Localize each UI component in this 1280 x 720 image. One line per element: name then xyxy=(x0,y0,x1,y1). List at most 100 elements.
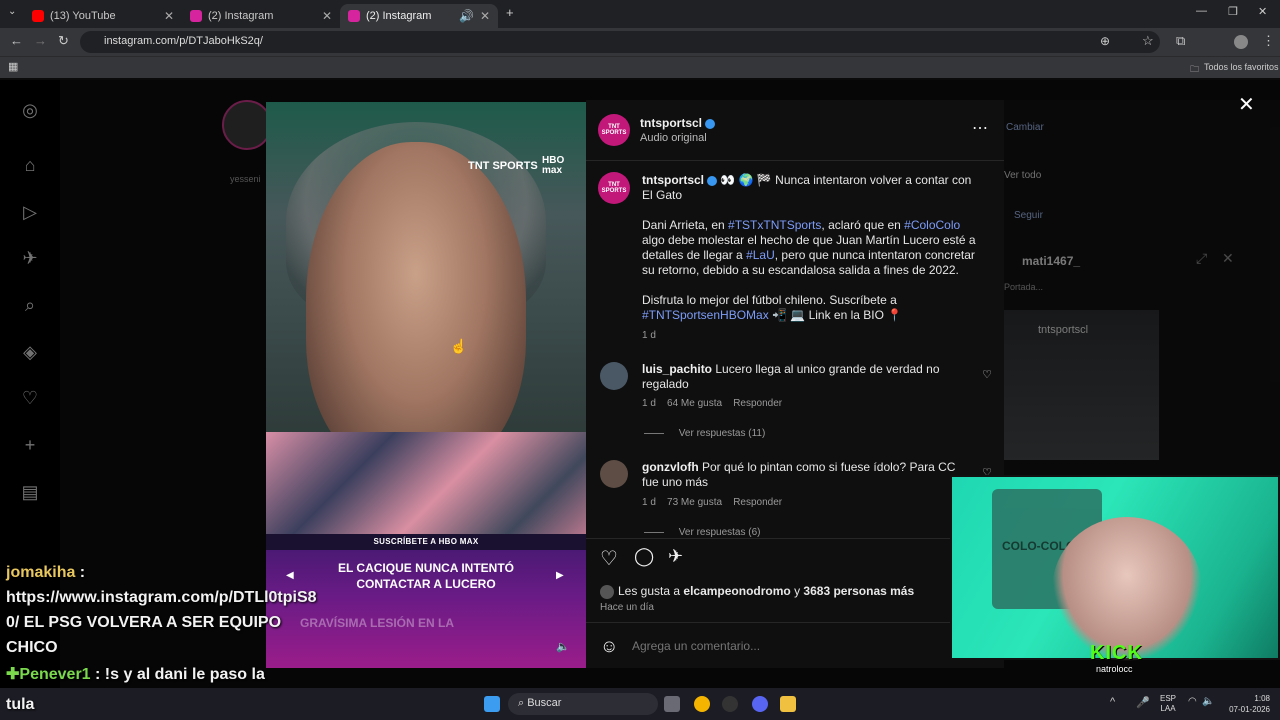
url-input[interactable]: instagram.com/p/DTJaboHkS2q/ xyxy=(80,31,1160,53)
comment-username[interactable]: gonzvlofh xyxy=(642,460,699,474)
chat-text: : !s y al dani le paso la xyxy=(90,666,265,683)
menu-icon[interactable]: ⋮ xyxy=(1262,33,1275,49)
window-close-icon[interactable]: ✕ xyxy=(1258,5,1267,18)
tab-label: (13) YouTube xyxy=(50,10,116,22)
reload-icon[interactable]: ↻ xyxy=(58,33,69,49)
zoom-icon[interactable]: ⊕ xyxy=(1100,34,1110,48)
lang-layout: LAA xyxy=(1160,704,1176,713)
file-explorer-icon[interactable] xyxy=(780,696,796,712)
app-icon[interactable] xyxy=(722,696,738,712)
address-bar-row: ← → ↻ instagram.com/p/DTJaboHkS2q/ ⊕ ☆ ⧉… xyxy=(0,28,1280,56)
comment-body: luis_pachito Lucero llega al unico grand… xyxy=(642,362,962,392)
reply-button[interactable]: Responder xyxy=(733,497,782,508)
extensions-icon[interactable]: ⧉ xyxy=(1176,33,1185,49)
view-replies-label: Ver respuestas (6) xyxy=(678,527,761,538)
bookmarks-bar: ▦ 🗀 Todos los favoritos xyxy=(0,56,1280,78)
chat-separator: : xyxy=(75,564,86,581)
subscribe-strip: SUSCRÍBETE A HBO MAX xyxy=(266,534,586,550)
post-video[interactable]: TNT SPORTS HBO max ☝ SUSCRÍBETE A HBO MA… xyxy=(266,102,586,668)
divider xyxy=(644,531,664,533)
speaker-icon[interactable]: 🔊 xyxy=(459,9,474,23)
start-icon[interactable] xyxy=(484,696,500,712)
audio-label[interactable]: Audio original xyxy=(640,132,707,144)
search-label: Buscar xyxy=(527,697,562,709)
verified-icon xyxy=(707,175,718,186)
reply-button[interactable]: Responder xyxy=(733,398,782,409)
close-icon[interactable]: ✕ xyxy=(480,9,490,23)
chat-message: 0/ EL PSG VOLVERA A SER EQUIPO xyxy=(6,614,282,631)
volume-tray-icon[interactable]: 🔈 xyxy=(1202,696,1214,707)
author-avatar[interactable]: TNT SPORTS xyxy=(598,114,630,146)
chat-username: jomakiha xyxy=(6,564,76,581)
wifi-icon[interactable]: ◠ xyxy=(1188,696,1197,707)
mic-icon[interactable]: 🎤 xyxy=(1136,696,1150,709)
task-view-icon[interactable] xyxy=(664,696,680,712)
forward-icon[interactable]: → xyxy=(34,33,47,48)
profile-avatar[interactable] xyxy=(1234,35,1248,49)
comment-username[interactable]: luis_pachito xyxy=(642,362,712,376)
caption-author[interactable]: tntsportscl xyxy=(642,173,704,187)
liker-avatar xyxy=(600,584,614,599)
hashtag-link[interactable]: #LaU xyxy=(746,248,775,262)
close-modal-icon[interactable]: ✕ xyxy=(1238,92,1255,117)
streamer-figure xyxy=(1052,517,1202,662)
tray-chevron-icon[interactable]: ^ xyxy=(1110,696,1115,708)
minimize-icon[interactable]: — xyxy=(1196,5,1207,17)
comment-like-icon[interactable]: ♡ xyxy=(982,368,992,381)
comment-meta: 1 d 73 Me gusta Responder xyxy=(642,497,782,508)
discord-icon[interactable] xyxy=(752,696,768,712)
windows-taskbar: ⌕ Buscar ^ 🎤 ESP LAA ◠ 🔈 1:08 07-01-2026 xyxy=(0,688,1280,720)
taskbar-search[interactable]: ⌕ Buscar xyxy=(508,693,658,715)
volume-icon[interactable]: 🔈 xyxy=(556,640,570,653)
caption-avatar[interactable]: TNT SPORTS xyxy=(598,172,630,204)
video-frame-face xyxy=(306,142,526,472)
clock-date: 07-01-2026 xyxy=(1229,705,1270,714)
caption-first-line: tntsportscl 👀 🌍 🏁 Nunca intentaron volve… xyxy=(642,173,982,203)
instagram-icon xyxy=(190,10,202,22)
view-replies-button[interactable]: Ver respuestas (6) xyxy=(644,527,761,538)
tab-instagram-1[interactable]: (2) Instagram ✕ xyxy=(182,4,340,28)
tab-instagram-2[interactable]: (2) Instagram 🔊 ✕ xyxy=(340,4,498,28)
hashtag-link[interactable]: #TSTxTNTSports xyxy=(728,218,821,232)
tab-search-icon[interactable]: ⌄ xyxy=(8,6,16,17)
share-icon[interactable]: ✈ xyxy=(668,546,683,567)
like-icon[interactable]: ♡ xyxy=(600,546,618,571)
comment-time: 1 d xyxy=(642,497,656,508)
commenter-avatar[interactable] xyxy=(600,362,628,390)
back-icon[interactable]: ← xyxy=(10,33,23,48)
all-bookmarks-link[interactable]: Todos los favoritos xyxy=(1204,62,1279,72)
language-indicator[interactable]: ESP LAA xyxy=(1160,694,1176,714)
search-icon: ⌕ xyxy=(518,697,528,709)
commenter-avatar[interactable] xyxy=(600,460,628,488)
comment-icon[interactable]: ◯ xyxy=(634,546,654,567)
comment-likes[interactable]: 73 Me gusta xyxy=(667,497,722,508)
avatar-text: TNT SPORTS xyxy=(601,124,627,136)
emoji-icon[interactable]: ☺ xyxy=(600,636,618,657)
chrome-icon[interactable] xyxy=(694,696,710,712)
post-panel: TNT SPORTS tntsportscl Audio original ⋯ … xyxy=(586,100,1004,668)
streamer-handle: natrolocc xyxy=(1096,664,1133,674)
apps-grid-icon[interactable]: ▦ xyxy=(8,60,18,73)
background-headline: GRAVÍSIMA LESIÓN EN LA xyxy=(300,616,455,630)
hashtag-link[interactable]: #TNTSportsenHBOMax xyxy=(642,308,769,322)
chat-username: Penever1 xyxy=(19,666,91,683)
view-replies-button[interactable]: Ver respuestas (11) xyxy=(644,428,765,439)
bookmark-star-icon[interactable]: ☆ xyxy=(1142,33,1154,49)
more-options-icon[interactable]: ⋯ xyxy=(972,118,988,138)
author-username[interactable]: tntsportscl xyxy=(640,116,716,130)
avatar-text: TNT SPORTS xyxy=(601,182,627,194)
new-tab-icon[interactable]: + xyxy=(506,5,514,20)
maximize-icon[interactable]: ❐ xyxy=(1228,5,1238,18)
tab-youtube[interactable]: (13) YouTube ✕ xyxy=(24,4,182,28)
clock[interactable]: 1:08 07-01-2026 xyxy=(1226,693,1270,715)
comment-likes[interactable]: 64 Me gusta xyxy=(667,398,722,409)
close-icon[interactable]: ✕ xyxy=(164,9,174,23)
instagram-icon xyxy=(348,10,360,22)
hashtag-link[interactable]: #ColoColo xyxy=(904,218,960,232)
comment-input[interactable] xyxy=(632,636,932,656)
close-icon[interactable]: ✕ xyxy=(322,9,332,23)
liker-username[interactable]: elcampeonodromo xyxy=(683,584,790,598)
likes-count[interactable]: 3683 personas más xyxy=(803,584,914,598)
caption-timestamp: 1 d xyxy=(642,330,656,341)
caption-text: Disfruta lo mejor del fútbol chileno. Su… xyxy=(642,293,897,307)
